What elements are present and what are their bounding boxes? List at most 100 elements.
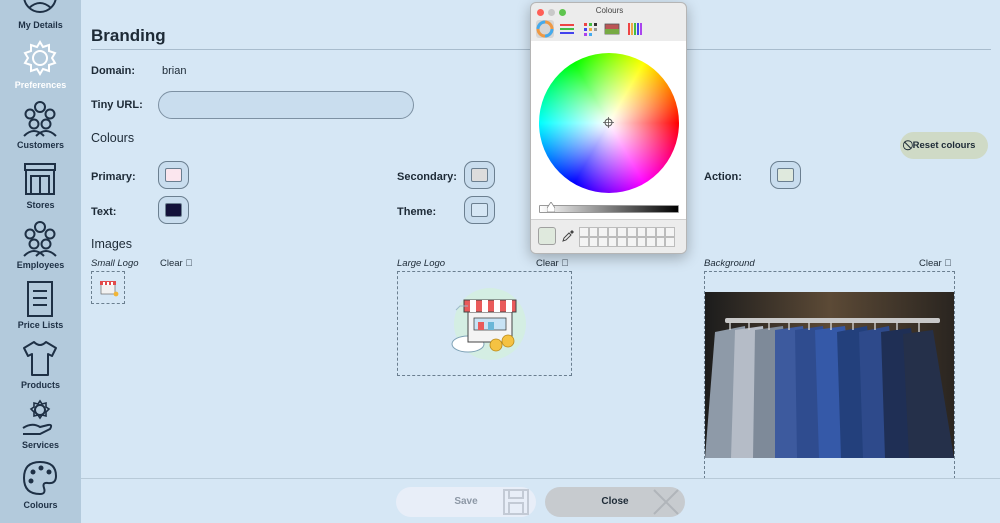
empty-swatch[interactable] [598,227,608,237]
brightness-slider[interactable] [539,205,679,213]
palette-icon [22,460,58,496]
domain-value: brian [162,65,187,77]
sidebar-item-stores[interactable]: Stores [0,156,81,216]
picker-mode-tabs [531,18,686,40]
domain-label: Domain: [91,65,135,77]
pencils-icon [628,23,642,35]
wheel-selector-crosshair[interactable] [603,117,614,128]
large-logo-clear-button[interactable]: Clear ⃠ [536,258,568,269]
sliders-icon [560,24,574,34]
price-list-icon [27,281,53,317]
image-palette-icon [604,23,620,35]
store-logo-image [100,281,119,297]
empty-swatch[interactable] [588,237,599,247]
empty-swatch[interactable] [626,237,637,247]
theme-colour-chip [471,203,488,217]
colour-wheel-area [531,41,686,219]
secondary-colour-chip [471,168,488,182]
empty-swatch[interactable] [617,227,627,237]
empty-swatch[interactable] [655,227,666,237]
customers-icon [23,101,57,137]
palette-grid-icon [584,23,597,36]
empty-swatch[interactable] [665,227,675,237]
text-colour-chip [165,203,182,217]
sidebar-item-products[interactable]: Products [0,336,81,396]
colours-title: Colours [91,131,135,145]
background-caption: Background [704,258,755,269]
background-clear-button[interactable]: Clear ⃠ [919,258,951,269]
saved-colour-swatches [579,227,675,247]
tab-pencils[interactable] [626,20,644,38]
sidebar-item-label: Products [20,380,60,390]
primary-colour-label: Primary: [91,171,136,183]
theme-colour-swatch[interactable] [464,196,495,224]
empty-swatch[interactable] [646,237,656,247]
save-button[interactable]: Save [396,487,536,517]
store-logo-image [451,288,526,360]
sidebar-item-label: Price Lists [17,320,64,330]
brightness-slider-thumb[interactable] [547,202,555,212]
reset-colours-label: Reset colours [912,140,976,151]
empty-swatch[interactable] [655,237,666,247]
empty-swatch[interactable] [579,237,589,247]
empty-swatch[interactable] [636,227,647,237]
footer-bar: Save Close [81,478,1000,523]
current-colour-well[interactable] [538,227,556,245]
sidebar-item-label: My Details [18,20,63,30]
tab-image-palettes[interactable] [603,20,621,38]
theme-colour-label: Theme: [397,206,437,218]
tiny-url-label: Tiny URL: [91,99,143,111]
sidebar: My Details Preferences Customers Stores … [0,0,81,523]
sidebar-item-employees[interactable]: Employees [0,216,81,276]
tab-colour-palettes[interactable] [581,20,599,38]
close-icon [653,489,679,515]
empty-swatch[interactable] [598,237,608,247]
empty-swatch[interactable] [646,227,656,237]
primary-colour-swatch[interactable] [158,161,189,189]
secondary-colour-swatch[interactable] [464,161,495,189]
secondary-colour-label: Secondary: [397,171,457,183]
small-logo-clear-label: Clear [160,258,183,269]
sidebar-item-price-lists[interactable]: Price Lists [0,276,81,336]
empty-swatch[interactable] [617,237,627,247]
clothes-rack-image [705,292,954,458]
background-dropzone[interactable] [704,271,955,479]
images-title: Images [91,237,132,251]
tab-colour-wheel[interactable] [536,20,554,38]
sidebar-item-customers[interactable]: Customers [0,96,81,156]
action-colour-swatch[interactable] [770,161,801,189]
sidebar-item-colours[interactable]: Colours [0,456,81,516]
colour-swatches-area [531,219,686,253]
sidebar-item-label: Stores [26,200,55,210]
empty-swatch[interactable] [626,227,637,237]
tab-colour-sliders[interactable] [558,20,576,38]
small-logo-dropzone[interactable] [91,271,125,304]
tshirt-icon [23,341,57,376]
small-logo-clear-button[interactable]: Clear ⃠ [160,258,192,269]
sidebar-item-services[interactable]: Services [0,396,81,456]
close-button[interactable]: Close [545,487,685,517]
text-colour-label: Text: [91,206,117,218]
sidebar-item-label: Colours [23,500,58,510]
empty-swatch[interactable] [607,237,618,247]
reset-colours-button[interactable]: ⃠ Reset colours [900,132,988,159]
large-logo-dropzone[interactable] [397,271,572,376]
colour-picker-window: Colours [530,2,687,254]
save-button-label: Save [454,496,478,507]
empty-swatch[interactable] [665,237,675,247]
sidebar-item-label: Customers [16,140,64,150]
large-logo-caption: Large Logo [397,258,446,269]
text-colour-swatch[interactable] [158,196,189,224]
empty-swatch[interactable] [588,227,599,237]
empty-swatch[interactable] [607,227,618,237]
sidebar-item-label: Preferences [14,80,67,90]
sidebar-item-preferences[interactable]: Preferences [0,36,81,96]
empty-swatch[interactable] [579,227,589,237]
sidebar-item-my-details[interactable]: My Details [0,0,81,36]
floppy-disk-icon [503,489,529,515]
large-logo-clear-label: Clear [536,258,559,269]
empty-swatch[interactable] [636,237,647,247]
eyedropper-icon[interactable] [562,230,574,242]
picker-title: Colours [595,6,624,15]
tiny-url-input[interactable] [158,91,414,119]
